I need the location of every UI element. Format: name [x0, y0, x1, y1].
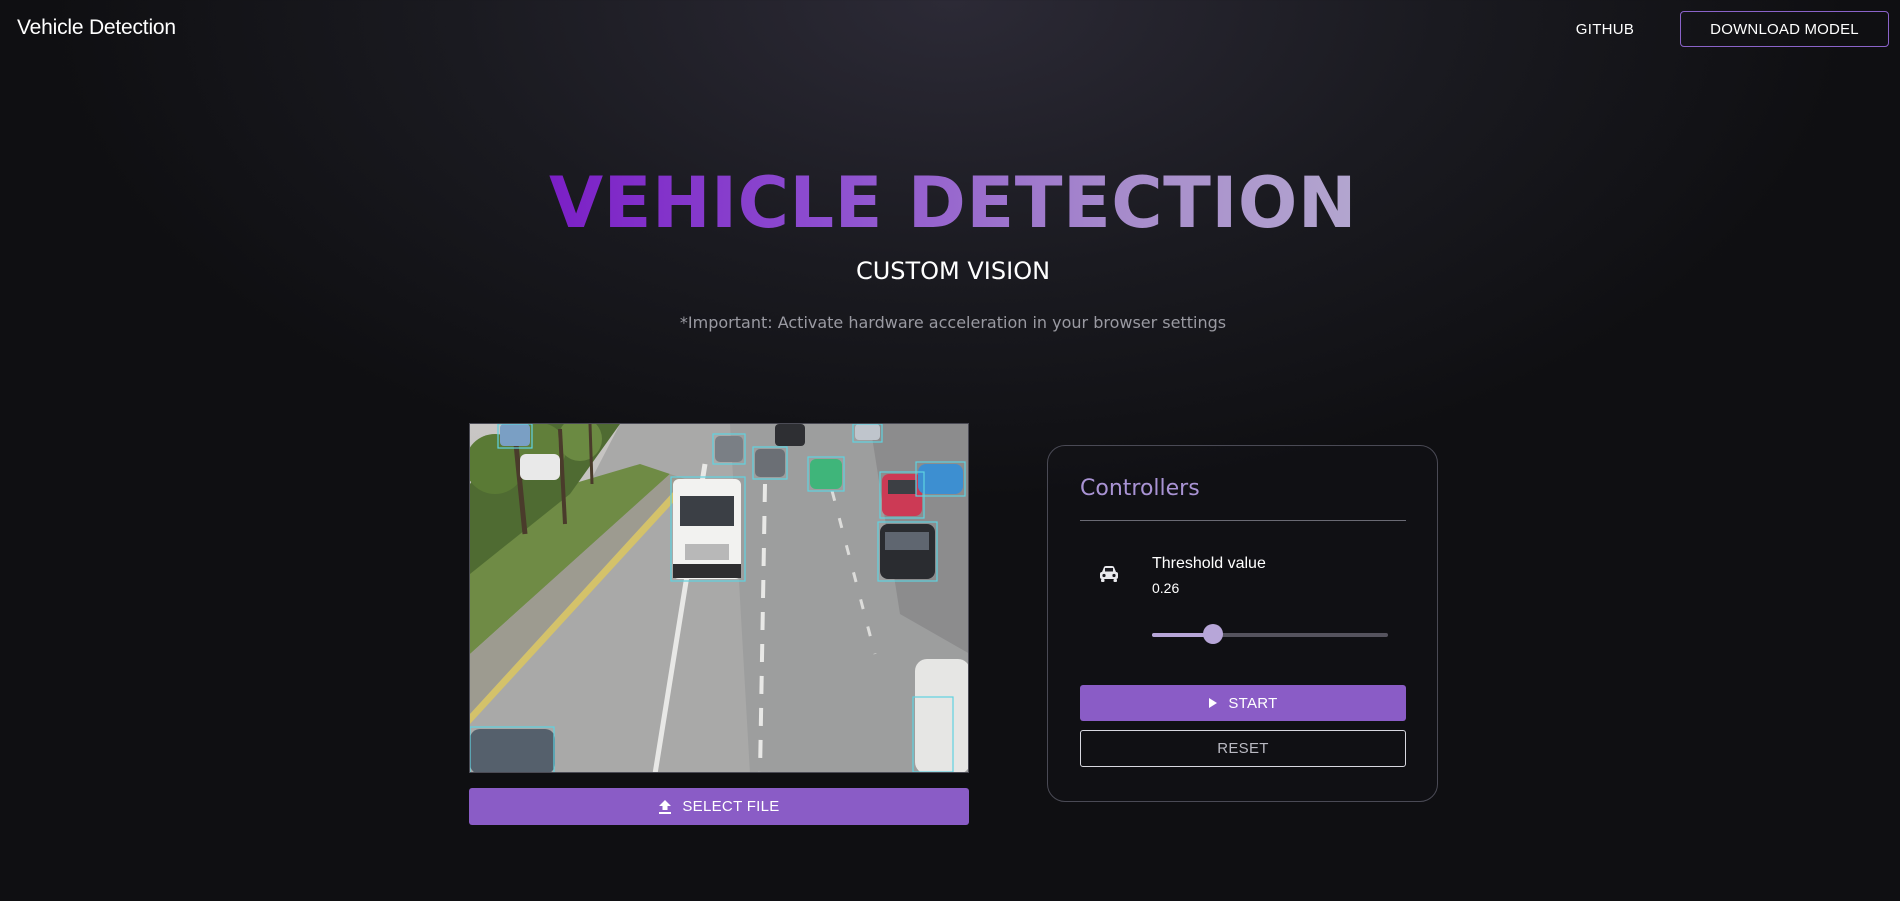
upload-icon: [659, 799, 672, 814]
select-file-button[interactable]: SELECT FILE: [469, 788, 969, 825]
hero-subtitle: CUSTOM VISION: [855, 257, 1051, 285]
car-icon: [1100, 566, 1118, 582]
threshold-slider-thumb[interactable]: [1203, 624, 1224, 644]
detection-preview: [469, 423, 969, 773]
hardware-acceleration-note: *Important: Activate hardware accelerati…: [679, 313, 1227, 332]
navbar: Vehicle Detection GITHUB DOWNLOAD MODEL: [0, 0, 1900, 58]
brand-title[interactable]: Vehicle Detection: [17, 16, 176, 40]
controllers-divider: [1080, 520, 1406, 521]
select-file-label: SELECT FILE: [682, 798, 780, 815]
threshold-label: Threshold value: [1152, 555, 1266, 572]
reset-button[interactable]: RESET: [1080, 730, 1406, 767]
controllers-panel: Controllers Threshold value 0.26 START R…: [1047, 445, 1438, 802]
download-model-button[interactable]: DOWNLOAD MODEL: [1680, 11, 1889, 47]
github-link[interactable]: GITHUB: [1560, 12, 1650, 46]
threshold-slider[interactable]: [1152, 624, 1388, 644]
hero-title: VEHICLE DETECTION: [0, 160, 1900, 246]
detection-preview-image: [470, 424, 968, 772]
start-button[interactable]: START: [1080, 685, 1406, 721]
threshold-value: 0.26: [1152, 580, 1180, 596]
start-label: START: [1228, 694, 1278, 712]
controllers-title: Controllers: [1080, 476, 1200, 501]
hero-title-text: VEHICLE DETECTION: [548, 162, 1358, 244]
play-icon: [1209, 698, 1218, 708]
